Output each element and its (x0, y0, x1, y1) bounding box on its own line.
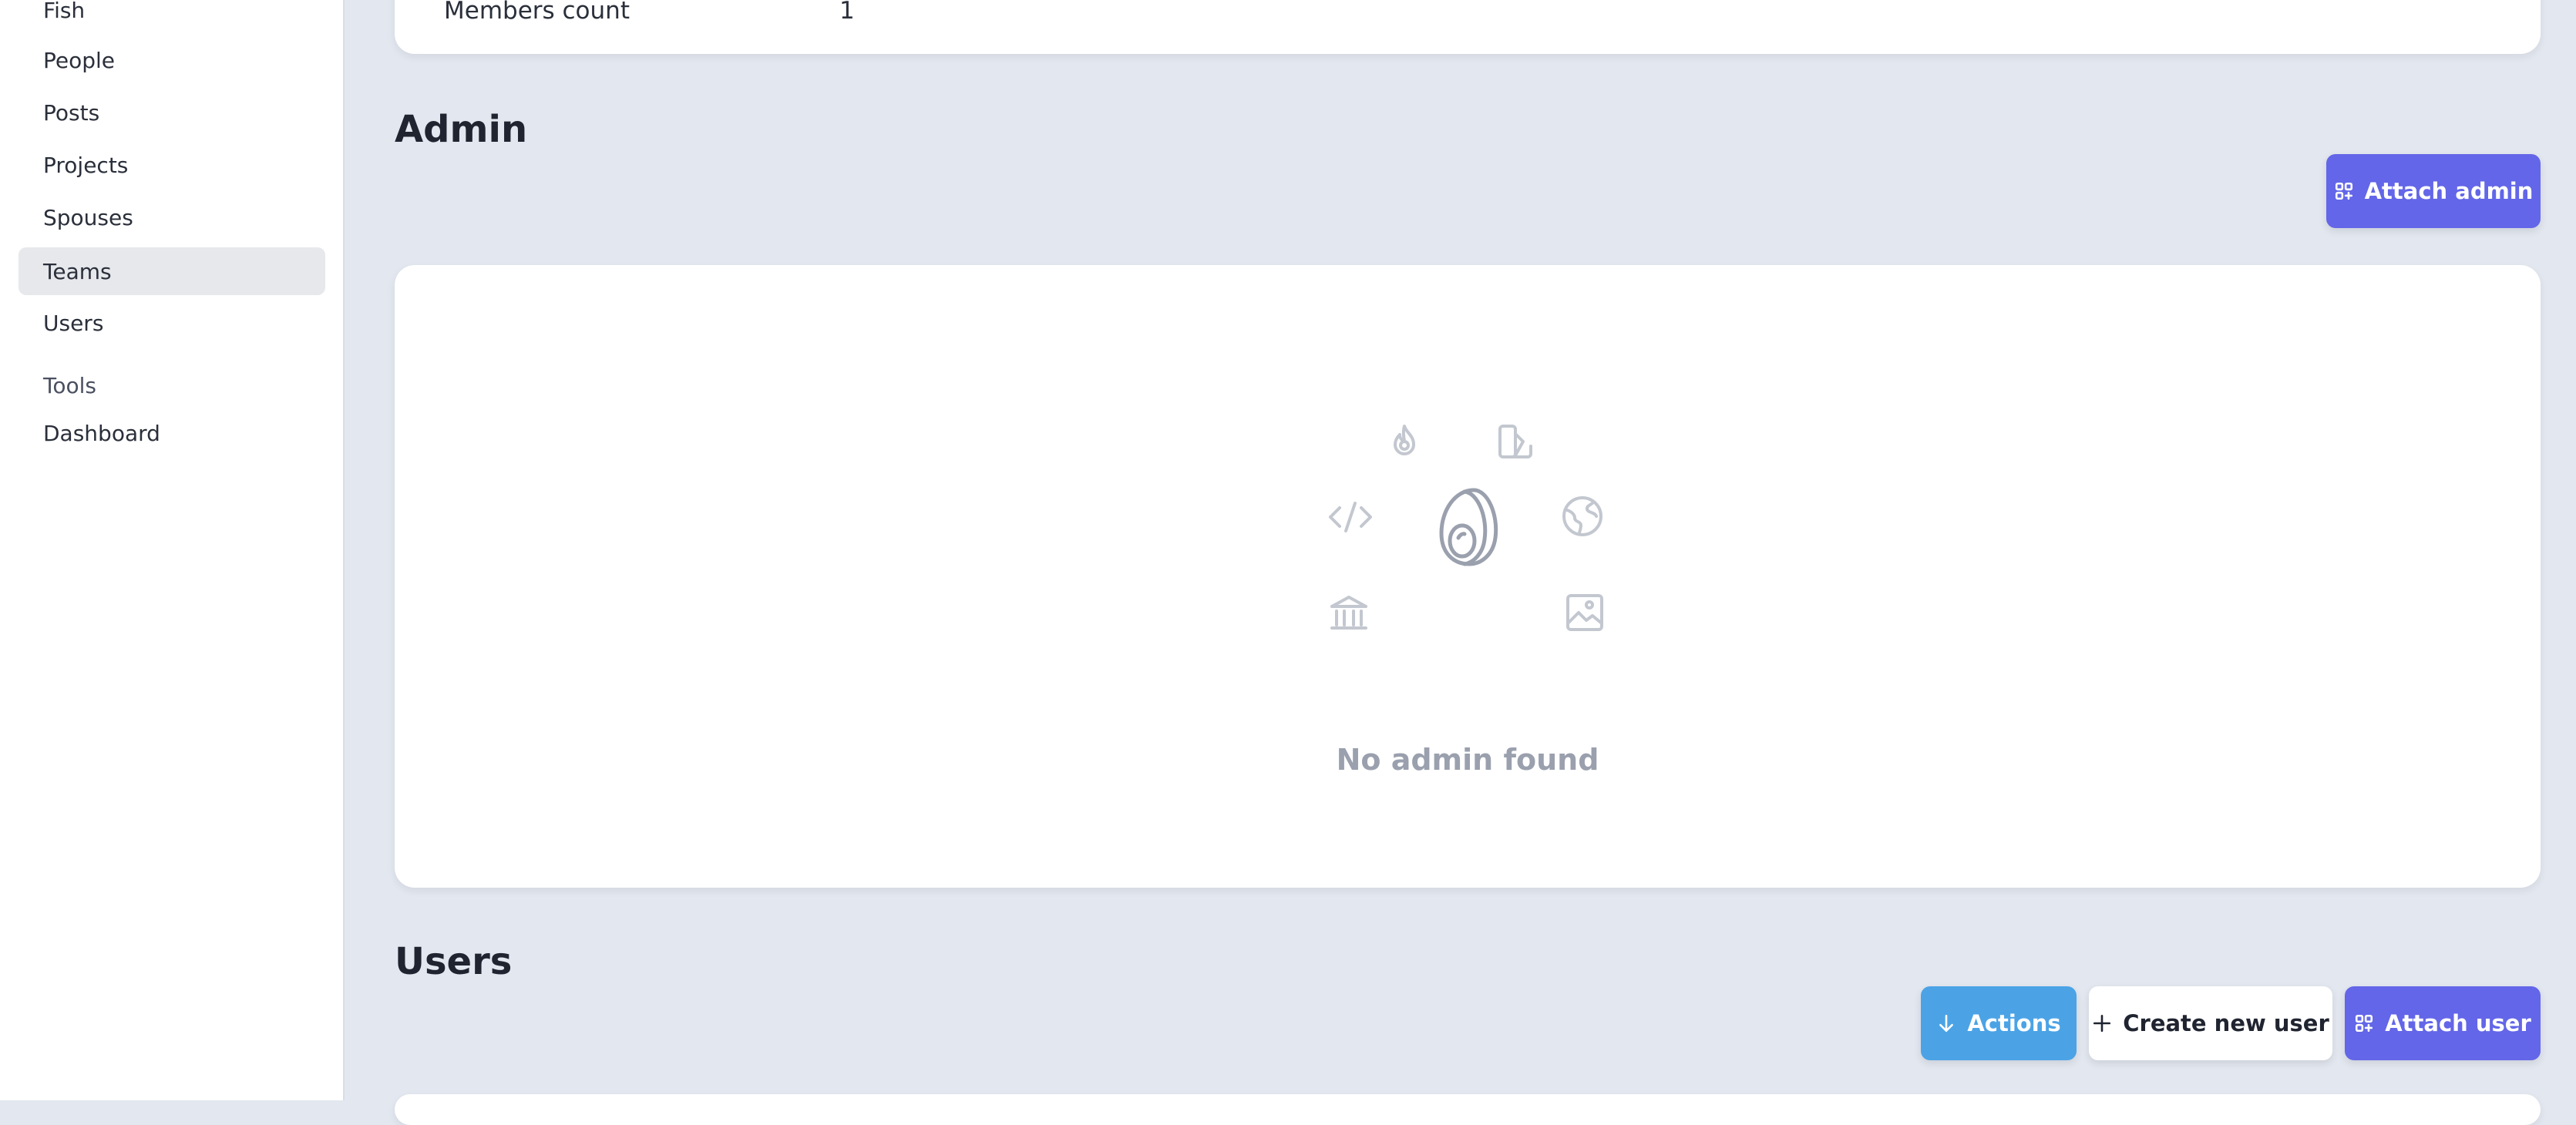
users-section-title: Users (395, 940, 513, 983)
sidebar-item-label: Posts (43, 99, 100, 126)
sidebar-item-label: Projects (43, 152, 129, 178)
sidebar-item-label: Spouses (43, 204, 133, 230)
create-new-user-label: Create new user (2123, 1010, 2329, 1036)
sidebar-item-label: Fish (43, 0, 86, 23)
sidebar-item-projects[interactable]: Projects (18, 141, 325, 189)
flame-icon (1394, 425, 1415, 455)
image-icon (1566, 594, 1603, 631)
users-table-card (395, 1094, 2541, 1125)
plus-icon (2092, 1013, 2112, 1033)
avocado-icon (1439, 488, 1498, 566)
attach-user-button[interactable]: Attach user (2345, 986, 2541, 1060)
attach-grid-icon (2354, 1013, 2374, 1033)
sidebar-item-dashboard[interactable]: Dashboard (18, 409, 325, 457)
members-count-label: Members count (444, 0, 630, 25)
sidebar-item-teams[interactable]: Teams (18, 247, 325, 295)
code-icon (1329, 502, 1372, 532)
sidebar-item-label: People (43, 47, 116, 73)
admin-empty-card: No admin found (395, 265, 2541, 888)
empty-state-illustration (1329, 425, 1603, 631)
sidebar-heading-tools: Tools (43, 373, 96, 398)
globe-icon (1562, 496, 1602, 536)
attach-admin-button[interactable]: Attach admin (2326, 154, 2541, 228)
admin-section-title: Admin (395, 108, 528, 151)
sidebar-item-label: Teams (43, 258, 112, 284)
actions-button[interactable]: Actions (1921, 986, 2077, 1060)
details-card: Members count 1 (395, 0, 2541, 54)
sidebar-item-label: Dashboard (43, 420, 160, 446)
sidebar-item-fish[interactable]: Fish (18, 0, 325, 34)
sidebar-item-label: Users (43, 310, 104, 336)
swatch-icon (1498, 425, 1532, 458)
sidebar-item-posts[interactable]: Posts (18, 89, 325, 136)
arrow-down-icon (1936, 1013, 1956, 1033)
sidebar: Fish People Posts Projects Spouses Teams… (0, 0, 345, 1100)
members-count-value: 1 (839, 0, 855, 25)
bank-icon (1330, 596, 1367, 630)
attach-grid-icon (2334, 181, 2354, 201)
attach-admin-label: Attach admin (2364, 178, 2534, 204)
admin-empty-text: No admin found (1336, 743, 1599, 777)
sidebar-item-users[interactable]: Users (18, 299, 325, 347)
sidebar-item-spouses[interactable]: Spouses (18, 193, 325, 241)
create-new-user-button[interactable]: Create new user (2089, 986, 2332, 1060)
actions-label: Actions (1967, 1010, 2061, 1036)
sidebar-item-people[interactable]: People (18, 36, 325, 84)
attach-user-label: Attach user (2385, 1010, 2531, 1036)
